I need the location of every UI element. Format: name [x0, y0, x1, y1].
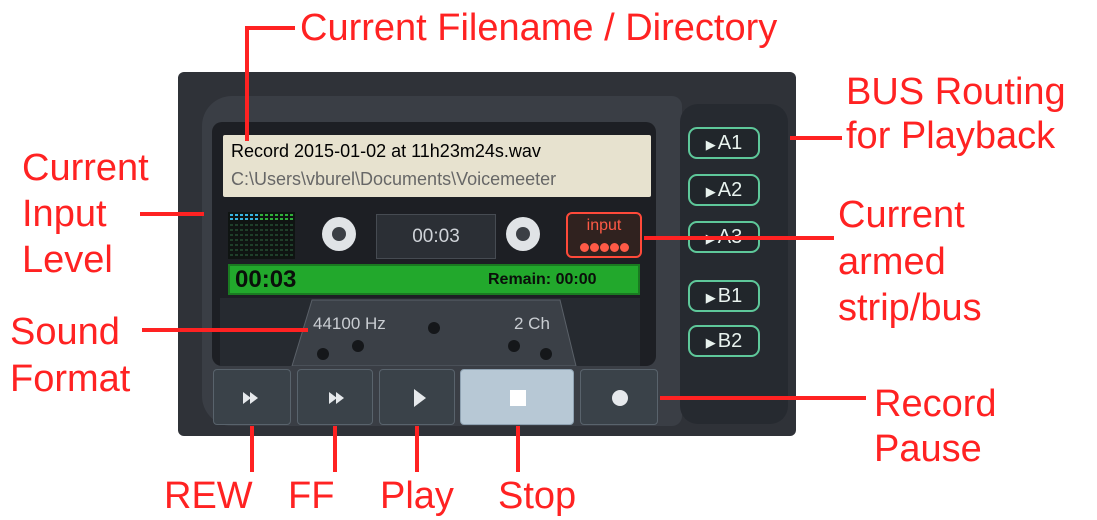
annotation-stop: Stop	[498, 475, 577, 517]
leader-bus-routing	[790, 136, 842, 140]
fast-forward-button[interactable]	[297, 369, 373, 425]
bus-button-label: B1	[717, 285, 743, 307]
armed-label: input	[586, 217, 622, 234]
record-pause-button[interactable]	[580, 369, 658, 425]
leader-filename-v	[245, 26, 249, 141]
annotation-record-pause-2: Pause	[874, 428, 982, 470]
current-filename: Record 2015-01-02 at 11h23m24s.wav	[231, 141, 541, 161]
bus-button-a2[interactable]: ▶ A2	[688, 174, 760, 206]
annotation-input-level-2: Input	[22, 193, 107, 235]
bus-button-a1[interactable]: ▶ A1	[688, 127, 760, 159]
input-level-meter	[228, 212, 295, 259]
annotation-armed-2: armed	[838, 241, 946, 283]
annotation-input-level-1: Current	[22, 147, 149, 189]
left-reel-icon	[322, 217, 356, 251]
remaining-time: Remain: 00:00	[488, 271, 597, 288]
annotation-armed-1: Current	[838, 194, 965, 236]
play-triangle-icon: ▶	[705, 335, 716, 350]
fast-forward-icon	[329, 392, 344, 404]
annotation-play: Play	[380, 475, 454, 517]
rewind-button[interactable]	[213, 369, 291, 425]
leader-record-pause	[660, 396, 866, 400]
bus-button-label: B2	[717, 330, 743, 352]
leader-input-level	[140, 212, 204, 216]
play-triangle-icon: ▶	[705, 137, 716, 152]
channel-count: 2 Ch	[514, 314, 550, 333]
play-icon	[414, 389, 426, 407]
right-reel-icon	[506, 217, 540, 251]
leader-filename-h	[245, 26, 295, 30]
elapsed-time: 00:03	[235, 266, 297, 293]
play-triangle-icon: ▶	[705, 290, 716, 305]
armed-dots	[577, 239, 633, 252]
annotation-bus-routing-1: BUS Routing	[846, 71, 1066, 113]
leader-armed	[644, 236, 834, 240]
bus-button-label: A2	[717, 179, 743, 201]
play-triangle-icon: ▶	[705, 184, 716, 199]
leader-rew	[250, 426, 254, 472]
level-meter-bars	[230, 214, 293, 259]
annotation-input-level-3: Level	[22, 239, 113, 281]
current-directory: C:\Users\vburel\Documents\Voicemeeter	[231, 169, 557, 189]
annotation-armed-3: strip/bus	[838, 287, 982, 329]
annotation-sound-format-2: Format	[10, 358, 131, 400]
armed-input-indicator[interactable]: input	[566, 212, 642, 258]
annotation-filename-directory: Current Filename / Directory	[300, 7, 778, 49]
leader-play	[415, 426, 419, 472]
sample-rate: 44100 Hz	[313, 314, 386, 333]
leader-stop	[516, 426, 520, 472]
bus-button-label: A1	[717, 132, 743, 154]
bus-button-b1[interactable]: ▶ B1	[688, 280, 760, 312]
annotation-record-pause-1: Record	[874, 383, 997, 425]
leader-sound-format	[142, 328, 308, 332]
time-counter: 00:03	[376, 214, 496, 259]
annotation-rew: REW	[164, 475, 253, 517]
leader-ff	[333, 426, 337, 472]
tape-window	[220, 298, 640, 366]
play-button[interactable]	[379, 369, 455, 425]
bus-button-b2[interactable]: ▶ B2	[688, 325, 760, 357]
rewind-icon	[243, 392, 258, 404]
annotation-bus-routing-2: for Playback	[846, 115, 1056, 157]
stop-button[interactable]	[460, 369, 574, 425]
record-icon	[612, 390, 628, 406]
annotation-ff: FF	[288, 475, 335, 517]
annotation-sound-format-1: Sound	[10, 311, 120, 353]
stop-icon	[510, 390, 526, 406]
